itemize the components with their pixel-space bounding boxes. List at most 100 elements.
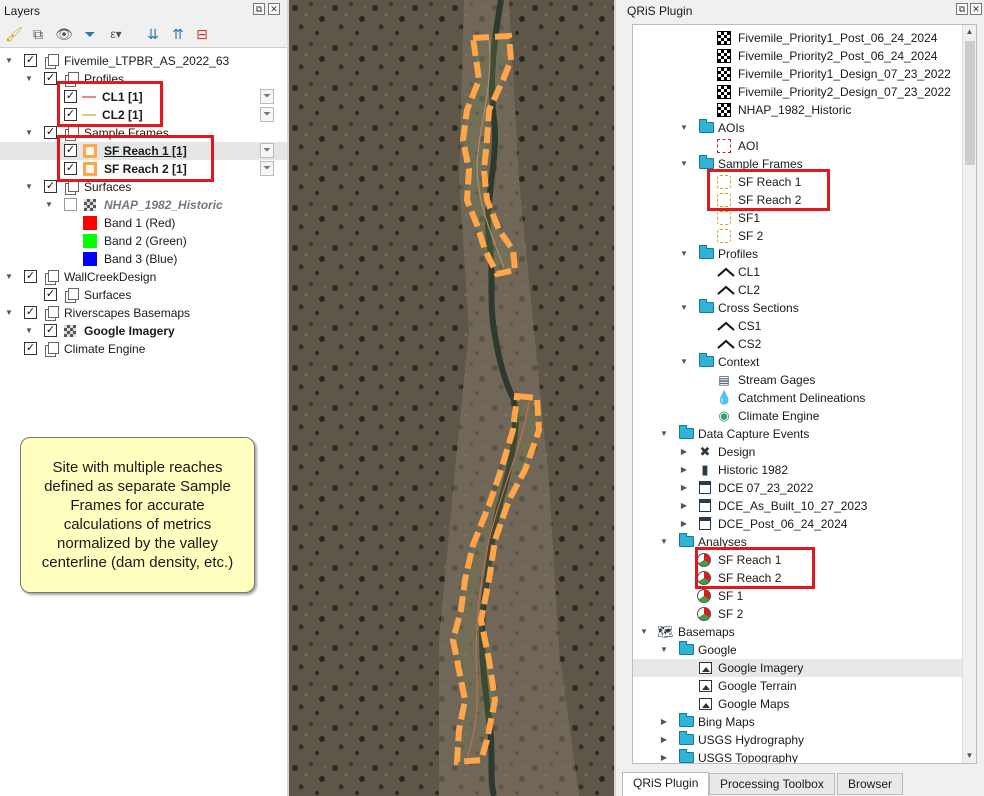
- layer-sf-reach-2[interactable]: ✓ SF Reach 2 [1] ⏷: [0, 160, 287, 178]
- tree-item-google-maps[interactable]: Google Maps: [633, 695, 963, 713]
- tree-item-analysis[interactable]: SF Reach 1: [633, 551, 963, 569]
- tree-folder-usgs-hydrography[interactable]: ▶ USGS Hydrography: [633, 731, 963, 749]
- filter-icon[interactable]: ⏷: [260, 89, 274, 104]
- add-group-icon[interactable]: ⧉: [28, 24, 48, 44]
- tree-item-cl1[interactable]: CL1: [633, 263, 963, 281]
- tree-item-surface[interactable]: Fivemile_Priority1_Design_07_23_2022: [633, 65, 963, 83]
- tree-folder-analyses[interactable]: ▼ Analyses: [633, 533, 963, 551]
- close-panel-icon[interactable]: ✕: [268, 3, 280, 15]
- visibility-checkbox[interactable]: ✓: [24, 270, 37, 283]
- layer-cl2[interactable]: ✓ CL2 [1] ⏷: [0, 106, 287, 124]
- tree-folder-basemaps[interactable]: ▼ 🗺 Basemaps: [633, 623, 963, 641]
- layer-group-surfaces[interactable]: ▼ ✓ Surfaces: [0, 178, 287, 196]
- collapse-arrow-icon[interactable]: ▼: [4, 52, 14, 70]
- tree-item-aoi[interactable]: AOI: [633, 137, 963, 155]
- layer-group-sample-frames[interactable]: ▼ ✓ Sample Frames: [0, 124, 287, 142]
- tree-item-dce[interactable]: ▶ DCE_Post_06_24_2024: [633, 515, 963, 533]
- collapse-arrow-icon[interactable]: ▼: [679, 155, 689, 173]
- tree-item-sf2[interactable]: SF 2: [633, 227, 963, 245]
- collapse-arrow-icon[interactable]: ▼: [4, 304, 14, 322]
- collapse-arrow-icon[interactable]: ▼: [679, 119, 689, 137]
- layer-group-wallcreek[interactable]: ▼ ✓ WallCreekDesign: [0, 268, 287, 286]
- visibility-checkbox[interactable]: ✓: [44, 288, 57, 301]
- visibility-checkbox[interactable]: ✓: [64, 144, 77, 157]
- layer-nhap-historic[interactable]: ▼ NHAP_1982_Historic: [0, 196, 287, 214]
- visibility-checkbox[interactable]: ✓: [24, 342, 37, 355]
- tree-item-catchment[interactable]: 💧 Catchment Delineations: [633, 389, 963, 407]
- tree-item-climate-engine[interactable]: ◉ Climate Engine: [633, 407, 963, 425]
- remove-layer-icon[interactable]: ⊟: [192, 24, 212, 44]
- collapse-arrow-icon[interactable]: ▼: [44, 196, 54, 214]
- layer-google-imagery[interactable]: ▼ ✓ Google Imagery: [0, 322, 287, 340]
- tree-item-sf-reach-1[interactable]: SF Reach 1: [633, 173, 963, 191]
- expand-all-icon[interactable]: ⇊: [143, 24, 163, 44]
- tree-item-google-terrain[interactable]: Google Terrain: [633, 677, 963, 695]
- visibility-checkbox[interactable]: ✓: [44, 180, 57, 193]
- manage-map-themes-icon[interactable]: 👁: [54, 24, 74, 44]
- float-panel-icon[interactable]: ⧉: [956, 3, 968, 15]
- collapse-arrow-icon[interactable]: ▼: [679, 299, 689, 317]
- tree-folder-sample-frames[interactable]: ▼ Sample Frames: [633, 155, 963, 173]
- filter-icon[interactable]: ⏷: [260, 143, 274, 158]
- expand-arrow-icon[interactable]: ▶: [659, 731, 669, 749]
- tree-folder-data-capture-events[interactable]: ▼ Data Capture Events: [633, 425, 963, 443]
- layer-sf-reach-1[interactable]: ✓ SF Reach 1 [1] ⏷: [0, 142, 287, 160]
- tree-item-surface[interactable]: Fivemile_Priority2_Design_07_23_2022: [633, 83, 963, 101]
- collapse-arrow-icon[interactable]: ▼: [24, 70, 34, 88]
- expand-arrow-icon[interactable]: ▶: [679, 515, 689, 533]
- collapse-arrow-icon[interactable]: ▼: [4, 268, 14, 286]
- tree-item-dce[interactable]: ▶ DCE_As_Built_10_27_2023: [633, 497, 963, 515]
- expand-arrow-icon[interactable]: ▶: [679, 497, 689, 515]
- tree-item-sf-reach-2[interactable]: SF Reach 2: [633, 191, 963, 209]
- layer-group-profiles[interactable]: ▼ ✓ Profiles: [0, 70, 287, 88]
- filter-by-expression-icon[interactable]: ε▾: [106, 24, 126, 44]
- layer-cl1[interactable]: ✓ CL1 [1] ⏷: [0, 88, 287, 106]
- collapse-arrow-icon[interactable]: ▼: [24, 124, 34, 142]
- tree-folder-usgs-topography[interactable]: ▶ USGS Topography: [633, 749, 963, 763]
- tree-folder-bing[interactable]: ▶ Bing Maps: [633, 713, 963, 731]
- layer-group-riverscapes-basemaps[interactable]: ▼ ✓ Riverscapes Basemaps: [0, 304, 287, 322]
- collapse-arrow-icon[interactable]: ▼: [659, 533, 669, 551]
- collapse-arrow-icon[interactable]: ▼: [639, 623, 649, 641]
- visibility-checkbox[interactable]: ✓: [24, 306, 37, 319]
- tree-item-google-imagery[interactable]: Google Imagery: [633, 659, 963, 677]
- collapse-arrow-icon[interactable]: ▼: [659, 425, 669, 443]
- filter-legend-icon[interactable]: ⏷: [80, 24, 100, 44]
- visibility-checkbox[interactable]: ✓: [44, 126, 57, 139]
- tree-item-analysis[interactable]: SF Reach 2: [633, 569, 963, 587]
- vertical-scrollbar[interactable]: ▲ ▼: [962, 25, 976, 763]
- tree-item-cl2[interactable]: CL2: [633, 281, 963, 299]
- expand-arrow-icon[interactable]: ▶: [659, 749, 669, 763]
- tree-item-cs2[interactable]: CS2: [633, 335, 963, 353]
- collapse-arrow-icon[interactable]: ▼: [679, 353, 689, 371]
- tree-item-dce[interactable]: ▶ DCE 07_23_2022: [633, 479, 963, 497]
- tree-item-stream-gages[interactable]: ▤ Stream Gages: [633, 371, 963, 389]
- tree-item-surface[interactable]: Fivemile_Priority1_Post_06_24_2024: [633, 29, 963, 47]
- filter-icon[interactable]: ⏷: [260, 161, 274, 176]
- tree-folder-google[interactable]: ▼ Google: [633, 641, 963, 659]
- scroll-up-icon[interactable]: ▲: [963, 25, 976, 39]
- tree-item-design[interactable]: ▶ ✖ Design: [633, 443, 963, 461]
- visibility-checkbox[interactable]: ✓: [64, 108, 77, 121]
- collapse-arrow-icon[interactable]: ▼: [24, 322, 34, 340]
- tree-folder-aois[interactable]: ▼ AOIs: [633, 119, 963, 137]
- tab-qris-plugin[interactable]: QRiS Plugin: [622, 772, 710, 796]
- tree-folder-profiles[interactable]: ▼ Profiles: [633, 245, 963, 263]
- tree-item-historic[interactable]: ▶ ▮ Historic 1982: [633, 461, 963, 479]
- tab-browser[interactable]: Browser: [837, 773, 904, 795]
- collapse-all-icon[interactable]: ⇈: [168, 24, 188, 44]
- tree-item-surface[interactable]: Fivemile_Priority2_Post_06_24_2024: [633, 47, 963, 65]
- visibility-checkbox[interactable]: ✓: [44, 72, 57, 85]
- collapse-arrow-icon[interactable]: ▼: [659, 641, 669, 659]
- tree-item-surface[interactable]: NHAP_1982_Historic: [633, 101, 963, 119]
- collapse-arrow-icon[interactable]: ▼: [679, 245, 689, 263]
- filter-icon[interactable]: ⏷: [260, 107, 274, 122]
- visibility-checkbox[interactable]: ✓: [64, 162, 77, 175]
- open-layer-styling-icon[interactable]: 🖌: [4, 24, 24, 44]
- expand-arrow-icon[interactable]: ▶: [659, 713, 669, 731]
- tree-item-cs1[interactable]: CS1: [633, 317, 963, 335]
- collapse-arrow-icon[interactable]: ▼: [24, 178, 34, 196]
- tree-item-sf1[interactable]: SF1: [633, 209, 963, 227]
- visibility-checkbox[interactable]: ✓: [64, 90, 77, 103]
- tab-processing-toolbox[interactable]: Processing Toolbox: [709, 773, 835, 795]
